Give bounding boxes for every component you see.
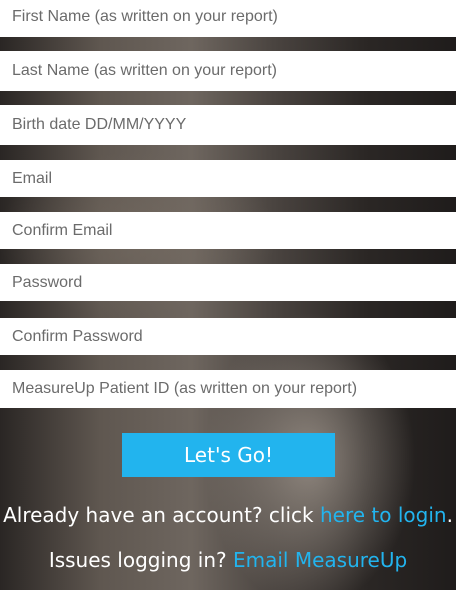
confirm-password-input[interactable] xyxy=(0,318,456,355)
last-name-input[interactable] xyxy=(0,51,456,91)
password-input[interactable] xyxy=(0,264,456,301)
login-prompt-suffix: . xyxy=(446,503,453,527)
patient-id-input[interactable] xyxy=(0,370,456,408)
birth-date-input[interactable] xyxy=(0,105,456,145)
first-name-input[interactable] xyxy=(0,0,456,37)
login-prompt: Already have an account? click here to l… xyxy=(0,505,456,525)
login-link[interactable]: here to login xyxy=(320,503,447,527)
email-support-link[interactable]: Email MeasureUp xyxy=(233,548,407,572)
lets-go-button[interactable]: Let's Go! xyxy=(122,433,335,477)
confirm-email-input[interactable] xyxy=(0,212,456,249)
support-prompt-text: Issues logging in? xyxy=(48,548,233,572)
email-input[interactable] xyxy=(0,160,456,197)
login-prompt-text: Already have an account? click xyxy=(3,503,320,527)
support-prompt: Issues logging in? Email MeasureUp xyxy=(0,550,456,570)
